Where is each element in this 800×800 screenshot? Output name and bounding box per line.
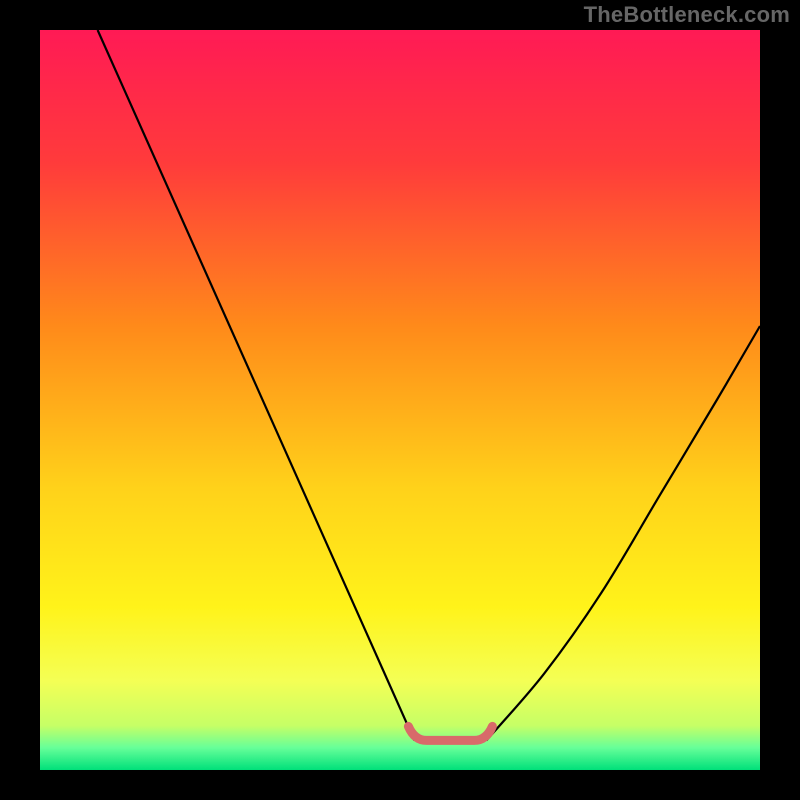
plot-area [40, 30, 760, 770]
plot-svg [40, 30, 760, 770]
watermark-text: TheBottleneck.com [584, 2, 790, 28]
chart-frame: TheBottleneck.com [0, 0, 800, 800]
